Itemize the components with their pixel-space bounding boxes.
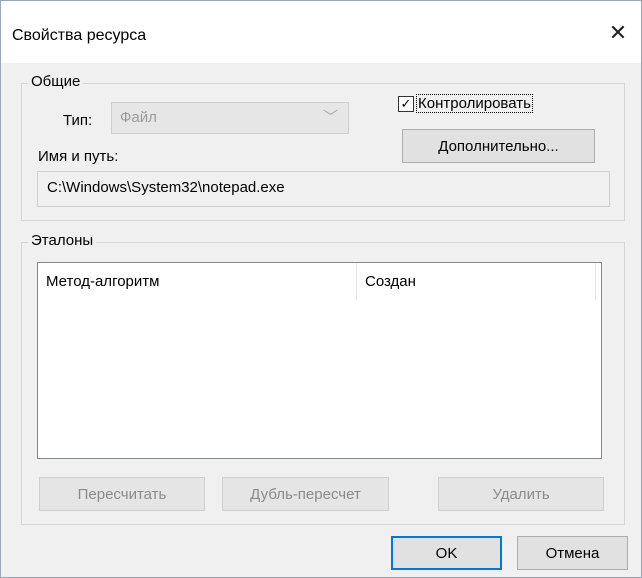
close-icon: ✕: [608, 20, 628, 45]
ok-button[interactable]: OK: [391, 536, 502, 570]
resource-properties-dialog: Свойства ресурса ✕ Общие Тип: Файл ﹀ ✓ К…: [0, 0, 642, 578]
path-label: Имя и путь:: [38, 148, 119, 165]
etalons-group-legend: Эталоны: [28, 232, 97, 249]
path-field-value: C:\Windows\System32\notepad.exe: [47, 179, 285, 196]
path-field[interactable]: C:\Windows\System32\notepad.exe: [37, 171, 610, 207]
general-group-legend: Общие: [28, 73, 84, 90]
cancel-button[interactable]: Отмена: [517, 536, 628, 570]
cancel-button-label: Отмена: [545, 544, 600, 562]
checkmark-icon: ✓: [400, 96, 412, 111]
duplicate-recalculate-button-label: Дубль-пересчет: [250, 485, 361, 503]
duplicate-recalculate-button[interactable]: Дубль-пересчет: [222, 477, 389, 511]
column-header-method[interactable]: Метод-алгоритм: [38, 263, 356, 300]
ok-button-label: OK: [435, 544, 458, 562]
control-checkbox[interactable]: ✓: [398, 95, 414, 112]
chevron-down-icon: ﹀: [322, 109, 338, 126]
type-select-value: Файл: [120, 109, 157, 126]
title-bar: Свойства ресурса ✕: [1, 1, 641, 63]
delete-button[interactable]: Удалить: [438, 477, 604, 511]
etalons-list[interactable]: Метод-алгоритм Создан: [37, 262, 602, 459]
recalculate-button[interactable]: Пересчитать: [39, 477, 205, 511]
column-separator: [595, 263, 596, 300]
control-checkbox-row[interactable]: ✓ Контролировать: [398, 94, 533, 113]
column-header-created[interactable]: Создан: [357, 263, 595, 300]
control-checkbox-label: Контролировать: [416, 94, 533, 113]
recalculate-button-label: Пересчитать: [77, 485, 167, 503]
type-select[interactable]: Файл ﹀: [111, 102, 349, 134]
delete-button-label: Удалить: [492, 485, 550, 503]
advanced-button[interactable]: Дополнительно...: [402, 129, 595, 163]
window-title: Свойства ресурса: [12, 27, 147, 44]
close-button[interactable]: ✕: [595, 13, 641, 53]
type-label: Тип:: [63, 112, 93, 129]
advanced-button-label: Дополнительно...: [438, 137, 559, 155]
